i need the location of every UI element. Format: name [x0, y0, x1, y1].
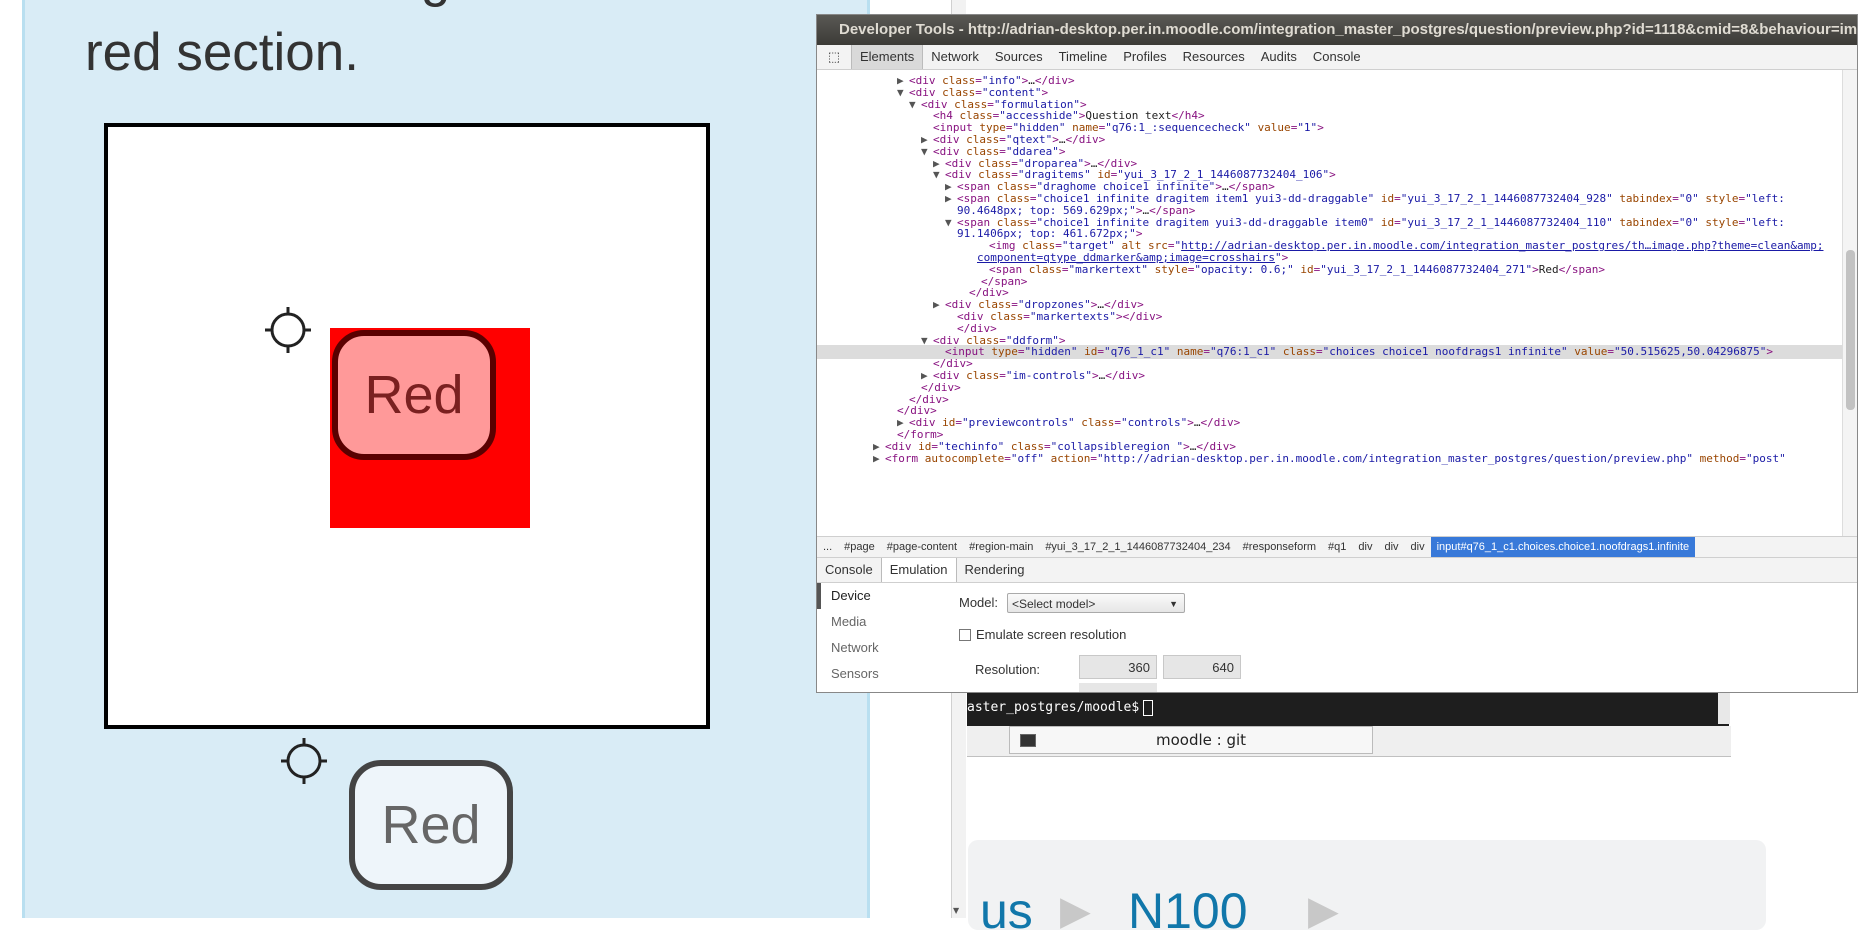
taskbar: moodle : git [967, 726, 1731, 757]
drawer-tab-rendering[interactable]: Rendering [957, 558, 1033, 582]
dom-breadcrumb-item[interactable]: div [1352, 541, 1378, 553]
tab-console[interactable]: Console [1305, 45, 1369, 69]
expanded-triangle-icon[interactable]: ▼ [909, 98, 921, 112]
tab-timeline[interactable]: Timeline [1051, 45, 1116, 69]
emulation-nav-device[interactable]: Device [817, 583, 935, 609]
chevron-down-icon: ▼ [1169, 599, 1178, 609]
dom-node-line[interactable]: <span class="markertext" style="opacity:… [977, 263, 1605, 277]
course-breadcrumb-card: us ▶ N100 ▶ [968, 840, 1766, 930]
tab-network[interactable]: Network [923, 45, 987, 69]
marker-label: Red [364, 365, 464, 425]
dom-breadcrumb-item[interactable]: #region-main [963, 541, 1039, 553]
model-label: Model: [959, 595, 999, 610]
taskbar-item-label: moodle : git [1156, 731, 1247, 749]
collapsed-triangle-icon[interactable]: ▶ [945, 192, 957, 206]
crosshair-icon [281, 738, 327, 784]
dom-breadcrumb: ... #page #page-content #region-main #yui_3_… [817, 536, 1857, 558]
drawer-tab-bar: Console Emulation Rendering [817, 558, 1857, 583]
terminal[interactable]: aster_postgres/moodle$ [967, 690, 1729, 726]
resolution-height-input[interactable]: 640 [1163, 655, 1241, 679]
checkbox-box[interactable] [959, 628, 971, 641]
developer-tools-window: Developer Tools - http://adrian-desktop.… [816, 14, 1858, 693]
marker-label: Red [381, 795, 481, 855]
dom-breadcrumb-item[interactable]: #page-content [881, 541, 963, 553]
tab-elements[interactable]: Elements [851, 45, 924, 69]
dom-breadcrumb-item[interactable]: input#q76_1_c1.choices.choice1.noofdrags… [1430, 537, 1696, 557]
dom-breadcrumb-item[interactable]: ... [817, 541, 838, 553]
taskbar-item-terminal[interactable]: moodle : git [1009, 726, 1373, 754]
breadcrumb-item[interactable]: us [980, 882, 1033, 930]
inspect-element-icon[interactable]: ⬚ [817, 49, 851, 65]
question-text: red section. [85, 23, 359, 82]
window-title[interactable]: Developer Tools - http://adrian-desktop.… [817, 15, 1857, 45]
dom-breadcrumb-item[interactable]: #yui_3_17_2_1_1446087732404_234 [1039, 541, 1236, 553]
quiz-preview-page: Move the triangle to the red section. Re… [0, 0, 870, 918]
drawer-tab-console[interactable]: Console [817, 558, 881, 582]
emulate-resolution-checkbox[interactable]: Emulate screen resolution [959, 627, 1126, 642]
scrollbar-thumb[interactable] [1846, 250, 1855, 410]
resolution-label: Resolution: [975, 662, 1041, 677]
drawer-tab-emulation[interactable]: Emulation [880, 558, 957, 582]
emulation-nav-network[interactable]: Network [817, 635, 935, 661]
dom-breadcrumb-item[interactable]: div [1378, 541, 1404, 553]
page-margin [0, 0, 22, 918]
tab-resources[interactable]: Resources [1175, 45, 1253, 69]
dom-node-line[interactable]: ▶ <form autocomplete="off" action="http:/… [873, 452, 1786, 466]
scroll-down-arrow-icon[interactable]: ▼ [953, 906, 959, 915]
question-text-line-1: Move the triangle to the [85, 0, 639, 9]
expanded-triangle-icon[interactable]: ▼ [897, 86, 909, 100]
emulation-panel: Device Media Network Sensors Model: <Sel… [817, 583, 1857, 692]
breadcrumb-item[interactable]: N100 [1128, 882, 1248, 930]
question-panel: Move the triangle to the red section. Re… [22, 0, 870, 918]
emulation-nav-media[interactable]: Media [817, 609, 935, 635]
collapsed-triangle-icon[interactable]: ▶ [933, 298, 945, 312]
terminal-prompt: aster_postgres/moodle$ [967, 700, 1140, 715]
dom-breadcrumb-item[interactable]: #responseform [1237, 541, 1322, 553]
emulate-resolution-label: Emulate screen resolution [976, 627, 1127, 642]
emulation-nav: Device Media Network Sensors [817, 583, 935, 687]
device-pixel-ratio-input[interactable] [1079, 683, 1157, 692]
expanded-triangle-icon[interactable]: ▼ [933, 168, 945, 182]
tab-profiles[interactable]: Profiles [1115, 45, 1174, 69]
dom-node-line[interactable]: <input type="hidden" id="q76_1_c1" name=… [817, 345, 1857, 360]
expanded-triangle-icon[interactable]: ▼ [945, 216, 957, 230]
drag-marker-home[interactable]: Red [349, 760, 513, 890]
devtools-tab-bar: ⬚ Elements Network Sources Timeline Prof… [817, 45, 1857, 70]
drag-marker-placed[interactable]: Red [332, 330, 496, 460]
terminal-icon [1020, 733, 1036, 747]
resolution-width-input[interactable]: 360 [1079, 655, 1157, 679]
dom-breadcrumb-item[interactable]: div [1405, 541, 1431, 553]
elements-scrollbar[interactable] [1842, 70, 1857, 536]
terminal-cursor [1143, 699, 1154, 716]
model-select-value: <Select model> [1012, 597, 1096, 611]
crosshair-icon [265, 307, 311, 353]
breadcrumb-arrow-icon: ▶ [1060, 888, 1091, 930]
expanded-triangle-icon[interactable]: ▼ [921, 145, 933, 159]
emulation-nav-sensors[interactable]: Sensors [817, 661, 935, 687]
dom-breadcrumb-item[interactable]: #page [838, 541, 881, 553]
elements-tree[interactable]: ▶ <div class="info">…</div> ▼ <div class="c… [817, 70, 1857, 536]
drop-area[interactable]: Red [104, 123, 710, 729]
tab-audits[interactable]: Audits [1253, 45, 1305, 69]
tab-sources[interactable]: Sources [987, 45, 1051, 69]
terminal-scrollbar[interactable] [1718, 692, 1730, 724]
breadcrumb-arrow-icon: ▶ [1308, 888, 1339, 930]
dom-node-line[interactable]: ▶ <div id="previewcontrols" class="contro… [897, 416, 1240, 430]
model-select[interactable]: <Select model> ▼ [1007, 593, 1185, 613]
collapsed-triangle-icon[interactable]: ▶ [873, 452, 885, 466]
dom-breadcrumb-item[interactable]: #q1 [1322, 541, 1352, 553]
